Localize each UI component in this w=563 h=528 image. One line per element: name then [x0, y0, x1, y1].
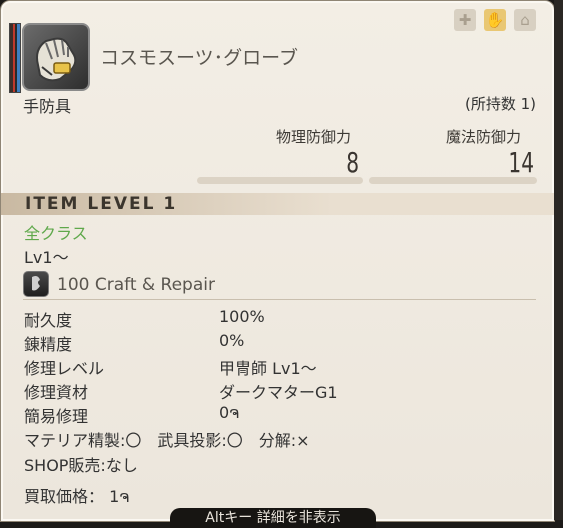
crafted-icon: ✋	[484, 9, 506, 31]
physical-defense-value: 8	[346, 146, 359, 179]
item-category: 手防具	[23, 97, 72, 116]
repair-material-value: ダークマターG1	[219, 383, 338, 402]
owned-count: (所持数 1)	[464, 95, 536, 113]
item-flag-icons: ✚ ✋ ⌂	[454, 9, 536, 31]
level-requirement: Lv1～	[24, 248, 69, 267]
repair-level-value: 甲冑師 Lv1～	[219, 359, 317, 378]
quick-repair-label: 簡易修理	[24, 407, 89, 426]
alt-key-hint: Altキー 詳細を非表示	[170, 508, 376, 528]
physical-defense-bar	[197, 177, 363, 184]
item-rarity-bar	[9, 23, 21, 93]
tooltip-edge	[554, 0, 563, 520]
physical-defense-label: 物理防御力	[276, 128, 352, 146]
item-name: コスモスーツ･グローブ	[100, 47, 298, 69]
quick-repair-value: 0ຈ	[219, 403, 240, 422]
durability-value: 100%	[219, 307, 265, 326]
durability-label: 耐久度	[24, 311, 73, 330]
class-restriction: 全クラス	[24, 224, 88, 243]
gloves-icon	[22, 23, 90, 91]
magic-defense-label: 魔法防御力	[446, 128, 522, 146]
repair-level-label: 修理レベル	[24, 359, 105, 378]
magic-defense-value: 14	[508, 146, 534, 179]
sell-price: 買取価格： 1ຈ	[24, 487, 130, 506]
craft-repair-text: 100 Craft & Repair	[57, 275, 215, 295]
materia-info: マテリア精製:〇 武具投影:〇 分解:×	[24, 431, 310, 450]
magic-defense-bar	[369, 177, 537, 184]
spiritbond-label: 錬精度	[24, 335, 73, 354]
shop-info: SHOP販売:なし	[24, 456, 138, 475]
repair-material-label: 修理資材	[24, 383, 89, 402]
item-icon-frame	[9, 23, 93, 93]
craft-repair-icon	[23, 271, 49, 297]
market-icon: ⌂	[514, 9, 536, 31]
item-tooltip: コスモスーツ･グローブ ✚ ✋ ⌂ 手防具 (所持数 1) 物理防御力 8 魔法…	[0, 0, 555, 522]
section-divider	[23, 299, 536, 300]
spiritbond-value: 0%	[219, 331, 245, 350]
item-level: ITEM LEVEL 1	[25, 194, 178, 214]
plus-icon: ✚	[454, 9, 476, 31]
